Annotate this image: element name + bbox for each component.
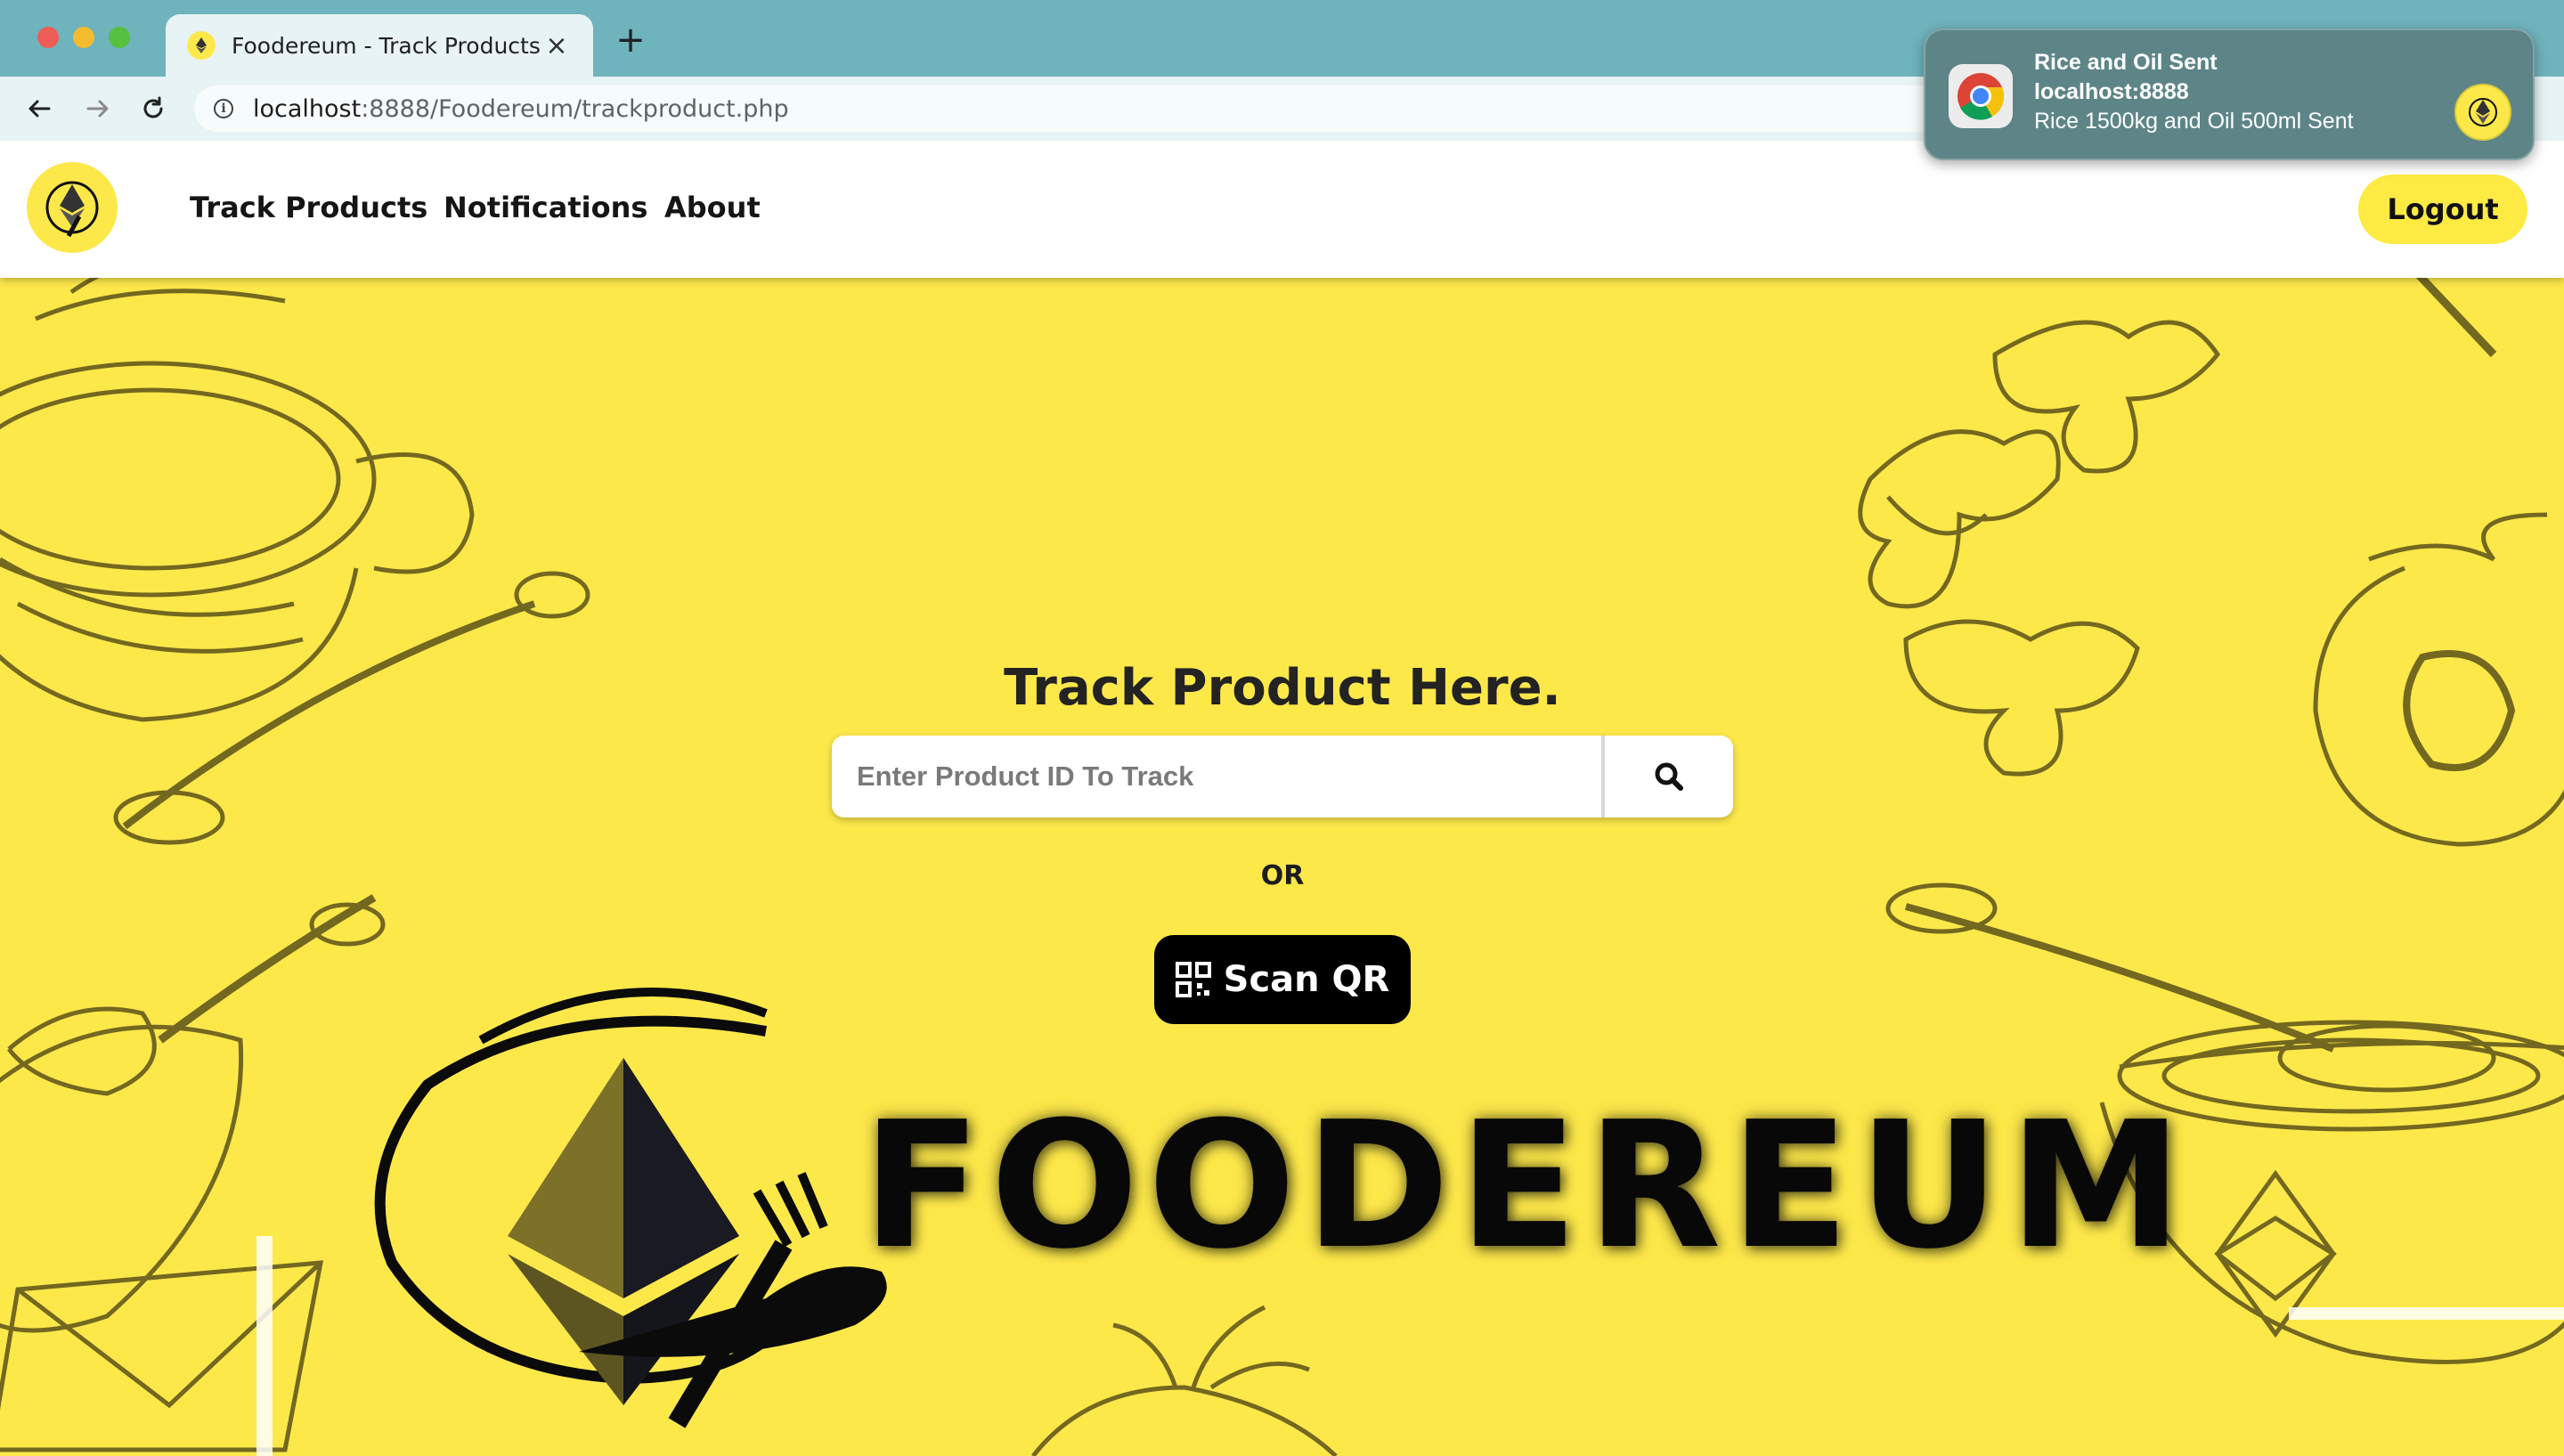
reload-button[interactable] xyxy=(135,91,171,126)
url-host: localhost xyxy=(253,94,362,123)
logout-button[interactable]: Logout xyxy=(2358,175,2527,244)
track-heading: Track Product Here. xyxy=(1004,659,1561,717)
tab-foodereum[interactable]: Foodereum - Track Products × xyxy=(166,14,593,77)
site-info-icon[interactable]: i xyxy=(214,99,233,118)
url-path: :8888/Foodereum/trackproduct.php xyxy=(361,94,789,123)
brand-wordmark: FOODEREUM xyxy=(862,1085,2192,1288)
tab-close-icon[interactable]: × xyxy=(541,30,572,61)
site-header: Track Products Notifications About Logou… xyxy=(0,141,2564,278)
foodereum-favicon-icon xyxy=(187,31,216,60)
product-search xyxy=(832,736,1733,817)
scan-qr-button[interactable]: Scan QR xyxy=(1154,935,1411,1024)
close-window-button[interactable] xyxy=(37,27,59,48)
search-icon xyxy=(1655,762,1683,791)
reload-icon xyxy=(143,96,163,118)
forward-button[interactable] xyxy=(80,91,116,126)
notification-body: Rice 1500kg and Oil 500ml Sent xyxy=(2034,109,2354,134)
notification-text: Rice and Oil Sent localhost:8888 Rice 15… xyxy=(2034,48,2453,136)
notification-title: Rice and Oil Sent xyxy=(2034,50,2218,75)
foodereum-big-logo-icon xyxy=(374,988,887,1428)
back-arrow-icon xyxy=(28,100,51,118)
system-notification[interactable]: Rice and Oil Sent localhost:8888 Rice 15… xyxy=(1924,28,2535,160)
search-button[interactable] xyxy=(1601,736,1733,817)
minimize-window-button[interactable] xyxy=(73,27,94,48)
notification-logo-icon xyxy=(2454,84,2511,141)
site-logo-icon[interactable] xyxy=(27,162,118,253)
back-button[interactable] xyxy=(21,91,57,126)
browser-window: Foodereum - Track Products × + i localho… xyxy=(0,0,2564,1456)
tab-title: Foodereum - Track Products xyxy=(232,32,541,59)
chrome-icon xyxy=(1949,64,2013,128)
nav-about[interactable]: About xyxy=(664,191,761,224)
scan-qr-label: Scan QR xyxy=(1223,959,1390,1000)
mushroom-sketch xyxy=(1858,429,2061,609)
or-separator: OR xyxy=(1260,860,1305,891)
maximize-window-button[interactable] xyxy=(109,27,130,48)
notification-source: localhost:8888 xyxy=(2034,79,2189,104)
soup-bowl-sketch xyxy=(0,361,377,598)
product-id-input[interactable] xyxy=(832,736,1601,817)
nav-track-products[interactable]: Track Products xyxy=(190,191,427,224)
qr-code-icon xyxy=(1175,962,1211,997)
page-content: Track Products Notifications About Logou… xyxy=(0,141,2564,1456)
new-tab-button[interactable]: + xyxy=(613,22,648,59)
forward-arrow-icon xyxy=(86,100,109,118)
nav-notifications[interactable]: Notifications xyxy=(444,191,647,224)
